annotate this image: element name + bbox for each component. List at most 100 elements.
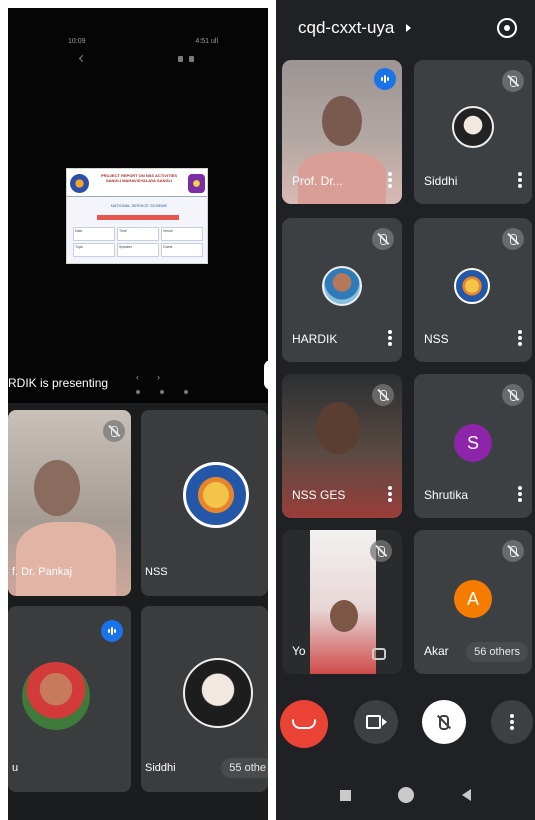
back-icon[interactable] — [462, 789, 472, 801]
presentation-toolbar — [178, 56, 194, 62]
self-view-tile[interactable]: Yo — [282, 530, 402, 674]
participant-tile[interactable]: Prof. Dr... — [282, 60, 402, 204]
speaking-indicator-icon — [101, 620, 123, 642]
participant-name: NSS — [145, 566, 168, 578]
participant-avatar — [22, 662, 90, 730]
back-arrow-icon[interactable] — [78, 54, 87, 63]
participant-tile[interactable]: Siddhi 55 othe — [141, 606, 268, 792]
right-meeting-view: cqd-cxxt-uya Prof. Dr... Siddhi HARDIK N… — [276, 0, 535, 820]
switch-camera-icon[interactable] — [497, 18, 517, 38]
shared-slide: PROJECT REPORT ON NSS ACTIVITIES SANGLI … — [66, 168, 208, 264]
more-vert-icon[interactable] — [518, 486, 522, 502]
participant-name: NSS GES — [292, 488, 346, 502]
slide-subtitle: NATIONAL SERVICE SCHEME — [110, 203, 168, 208]
participant-tile[interactable]: Siddhi — [414, 60, 532, 204]
participant-name: f. Dr. Pankaj — [12, 566, 72, 578]
android-nav-mini — [136, 390, 188, 394]
status-right: 4:51 ull — [195, 38, 218, 45]
fullscreen-icon[interactable] — [189, 56, 194, 62]
android-navbar — [276, 770, 535, 820]
college-logo-icon — [70, 174, 89, 193]
more-vert-icon[interactable] — [388, 330, 392, 346]
more-vert-icon[interactable] — [518, 172, 522, 188]
meeting-code[interactable]: cqd-cxxt-uya — [298, 18, 394, 38]
slide-cell: Guest — [161, 243, 203, 257]
participant-name: u — [12, 762, 19, 774]
nss-emblem-icon — [183, 462, 249, 528]
left-meeting-view: 10:09 4:51 ull PROJECT REPORT ON NSS ACT… — [8, 8, 268, 820]
status-time: 10:09 — [68, 38, 86, 45]
mic-toggle-button[interactable] — [422, 700, 466, 744]
slide-table: Date Time Venue Topic Speaker Guest — [73, 227, 203, 257]
effects-icon[interactable] — [372, 648, 386, 660]
participant-avatar — [452, 106, 494, 148]
more-options-button[interactable] — [491, 700, 533, 744]
slide-red-band — [97, 215, 179, 220]
more-vert-icon[interactable] — [388, 172, 392, 188]
prev-slide-icon[interactable]: ‹ — [136, 372, 139, 382]
mic-off-icon — [103, 420, 125, 442]
participant-tile[interactable]: A Akar 56 others — [414, 530, 532, 674]
mic-off-icon — [502, 384, 524, 406]
mic-off-icon — [372, 228, 394, 250]
participant-name: Siddhi — [145, 762, 176, 774]
camera-toggle-button[interactable] — [354, 700, 398, 744]
participant-body — [16, 522, 116, 596]
participant-name: Shrutika — [424, 488, 469, 502]
participant-tile[interactable]: NSS — [141, 410, 268, 596]
participant-tile[interactable]: NSS GES — [282, 374, 402, 518]
others-count-pill[interactable]: 56 others — [466, 642, 528, 662]
participant-initial-avatar: A — [454, 580, 492, 618]
participant-tile[interactable]: S Shrutika — [414, 374, 532, 518]
speaking-indicator-icon — [374, 68, 396, 90]
participant-tile[interactable]: HARDIK — [282, 218, 402, 362]
end-call-button[interactable] — [280, 700, 328, 748]
nav-dot-icon — [136, 390, 140, 394]
slide-cell: Venue — [161, 227, 203, 241]
nav-dot-icon — [184, 390, 188, 394]
chevron-right-icon[interactable] — [406, 24, 411, 32]
participant-tile[interactable]: NSS — [414, 218, 532, 362]
slide-cell: Date — [73, 227, 115, 241]
nss-emblem-icon — [454, 268, 490, 304]
slide-cell: Speaker — [117, 243, 159, 257]
mic-off-icon — [502, 70, 524, 92]
status-bar: 10:09 4:51 ull — [68, 38, 218, 48]
call-controls — [276, 692, 535, 752]
participant-initial-avatar: S — [454, 424, 492, 462]
more-vert-icon — [510, 714, 514, 730]
slide-header: PROJECT REPORT ON NSS ACTIVITIES SANGLI … — [67, 169, 207, 197]
split-divider — [268, 0, 276, 820]
slide-cell: Time — [117, 227, 159, 241]
home-icon[interactable] — [398, 787, 415, 803]
pin-icon[interactable] — [178, 56, 183, 62]
slide-cell: Topic — [73, 243, 115, 257]
mic-off-icon — [372, 384, 394, 406]
participant-face — [330, 600, 358, 632]
more-vert-icon[interactable] — [388, 486, 392, 502]
next-slide-icon[interactable]: › — [157, 372, 160, 382]
presenting-label: RDIK is presenting — [8, 376, 109, 390]
recents-icon[interactable] — [339, 789, 351, 801]
participant-name: Yo — [292, 644, 306, 658]
participant-face — [316, 402, 360, 454]
others-count-pill[interactable]: 55 othe — [221, 758, 268, 778]
participant-face — [34, 460, 80, 516]
mic-off-icon — [502, 228, 524, 250]
screenshot-root: 10:09 4:51 ull PROJECT REPORT ON NSS ACT… — [0, 0, 535, 820]
participant-avatar — [322, 266, 362, 306]
participant-face — [322, 96, 362, 146]
slide-header-text: PROJECT REPORT ON NSS ACTIVITIES SANGLI … — [100, 173, 178, 183]
presentation-controls: ‹ › — [136, 372, 160, 382]
participant-avatar — [183, 658, 253, 728]
more-vert-icon[interactable] — [518, 330, 522, 346]
participant-name: NSS — [424, 332, 449, 346]
participant-tile[interactable]: f. Dr. Pankaj — [8, 410, 131, 596]
nss-logo-icon — [188, 174, 205, 193]
participant-name: Prof. Dr... — [292, 174, 343, 188]
participant-name: Akar — [424, 644, 449, 658]
nav-dot-icon — [160, 390, 164, 394]
participant-tile[interactable]: u — [8, 606, 131, 792]
presentation-area[interactable]: 10:09 4:51 ull PROJECT REPORT ON NSS ACT… — [8, 8, 268, 403]
mic-off-icon — [502, 540, 524, 562]
